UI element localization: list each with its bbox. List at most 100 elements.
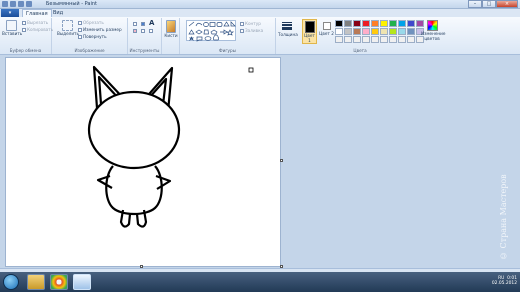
undo-icon[interactable]	[18, 1, 24, 7]
color-palette	[335, 20, 424, 43]
palette-swatch[interactable]	[407, 28, 415, 35]
right-arm	[155, 174, 172, 190]
palette-swatch[interactable]	[407, 20, 415, 27]
palette-swatch[interactable]	[335, 20, 343, 27]
tools-group: A Инструменты	[128, 18, 162, 54]
palette-swatch[interactable]	[389, 20, 397, 27]
shapes-icons	[188, 21, 236, 42]
palette-swatch[interactable]	[398, 36, 406, 43]
paste-label: Вставить	[2, 31, 23, 36]
taskbar: RU 0:01 02.05.2012	[0, 272, 520, 292]
fill-dropdown[interactable]: Заливка	[240, 28, 263, 33]
palette-swatch[interactable]	[344, 28, 352, 35]
shapes-group-label: Фигуры	[219, 48, 236, 53]
color-picker-icon[interactable]	[141, 29, 145, 33]
fill-bucket-icon	[240, 28, 244, 33]
window-title: Безымянный - Paint	[46, 1, 97, 7]
image-group-label: Изображение	[74, 48, 105, 53]
palette-swatch[interactable]	[344, 20, 352, 27]
colors-group-label: Цвета	[353, 48, 367, 53]
palette-swatch[interactable]	[398, 20, 406, 27]
edit-colors-button[interactable]: Изменение цветов	[421, 20, 445, 41]
paint-app-icon[interactable]	[2, 1, 8, 7]
eraser-icon[interactable]	[133, 29, 137, 33]
color2-button[interactable]: Цвет 2	[319, 19, 334, 37]
palette-swatch[interactable]	[389, 36, 397, 43]
clipboard-icon	[5, 20, 17, 31]
ribbon-tabs: ▾ Главная Вид	[0, 9, 520, 17]
brush-icon	[166, 20, 176, 33]
save-icon[interactable]	[10, 1, 16, 7]
palette-swatch[interactable]	[380, 36, 388, 43]
chrome-taskbar-icon[interactable]	[50, 274, 68, 290]
palette-swatch[interactable]	[362, 36, 370, 43]
color1-button[interactable]: Цвет 1	[302, 19, 317, 45]
palette-swatch[interactable]	[389, 28, 397, 35]
size-button[interactable]: Толщина	[278, 20, 298, 38]
clipboard-group-label: Буфер обмена	[9, 48, 42, 53]
tab-view[interactable]: Вид	[50, 9, 66, 17]
tools-row-2	[133, 29, 153, 33]
maximize-button[interactable]: □	[482, 0, 496, 8]
palette-swatch[interactable]	[362, 20, 370, 27]
shapes-group: Контур Заливка Фигуры	[180, 18, 276, 54]
title-bar: Безымянный - Paint – □ ×	[0, 0, 520, 9]
outline-icon	[240, 21, 244, 26]
paint-taskbar-icon[interactable]	[73, 274, 91, 290]
palette-swatch[interactable]	[371, 36, 379, 43]
palette-swatch[interactable]	[344, 36, 352, 43]
paint-menu-button[interactable]: ▾	[1, 9, 19, 17]
text-tool-icon[interactable]: A	[149, 20, 154, 27]
palette-swatch[interactable]	[407, 36, 415, 43]
fill-label: Заливка	[245, 28, 264, 33]
minimize-button[interactable]: –	[468, 0, 482, 8]
select-button[interactable]: Выделить	[57, 20, 79, 37]
pencil-icon[interactable]	[133, 21, 137, 26]
tools-row-1: A	[133, 20, 154, 27]
resize-handle-right[interactable]	[280, 159, 283, 162]
fill-icon[interactable]	[141, 21, 145, 26]
body-outline	[105, 165, 163, 216]
explorer-taskbar-icon[interactable]	[27, 274, 45, 290]
palette-swatch[interactable]	[380, 28, 388, 35]
brushes-button[interactable]: Кисти	[164, 20, 178, 39]
rotate-button[interactable]: Повернуть	[78, 34, 107, 39]
outline-dropdown[interactable]: Контур	[240, 21, 261, 26]
palette-swatch[interactable]	[353, 28, 361, 35]
image-group: Выделить Обрезать Изменить размер Поверн…	[52, 18, 128, 54]
select-icon	[61, 20, 73, 31]
resize-label: Изменить размер	[83, 27, 122, 32]
close-button[interactable]: ×	[496, 0, 518, 8]
rotate-icon	[78, 34, 82, 39]
palette-swatch[interactable]	[335, 36, 343, 43]
start-button[interactable]	[3, 274, 19, 290]
magnifier-icon[interactable]	[149, 29, 153, 33]
tools-group-label: Инструменты	[129, 48, 160, 53]
drawing-canvas[interactable]	[5, 57, 281, 267]
shapes-gallery[interactable]	[186, 20, 236, 42]
palette-swatch[interactable]	[335, 28, 343, 35]
copy-button[interactable]: Копировать	[22, 27, 53, 32]
cut-button[interactable]: Вырезать	[22, 20, 48, 25]
outline-label: Контур	[245, 21, 261, 26]
crop-button[interactable]: Обрезать	[78, 20, 104, 25]
palette-swatch[interactable]	[371, 28, 379, 35]
palette-swatch[interactable]	[371, 20, 379, 27]
rotate-label: Повернуть	[83, 34, 107, 39]
brushes-label: Кисти	[164, 33, 178, 38]
palette-swatch[interactable]	[353, 20, 361, 27]
paste-button[interactable]: Вставить	[2, 20, 23, 37]
palette-swatch[interactable]	[362, 28, 370, 35]
palette-swatch[interactable]	[353, 36, 361, 43]
system-tray: RU 0:01 02.05.2012	[492, 276, 517, 286]
redo-icon[interactable]	[26, 1, 32, 7]
quick-access-toolbar	[2, 1, 32, 7]
head-outline	[87, 90, 181, 170]
color1-label: Цвет 1	[304, 33, 315, 43]
palette-swatch[interactable]	[398, 28, 406, 35]
line-size-icon	[281, 20, 293, 32]
clock-date[interactable]: 02.05.2012	[492, 281, 517, 286]
palette-swatch[interactable]	[380, 20, 388, 27]
resize-button[interactable]: Изменить размер	[78, 27, 122, 32]
tab-home[interactable]: Главная	[22, 9, 52, 17]
